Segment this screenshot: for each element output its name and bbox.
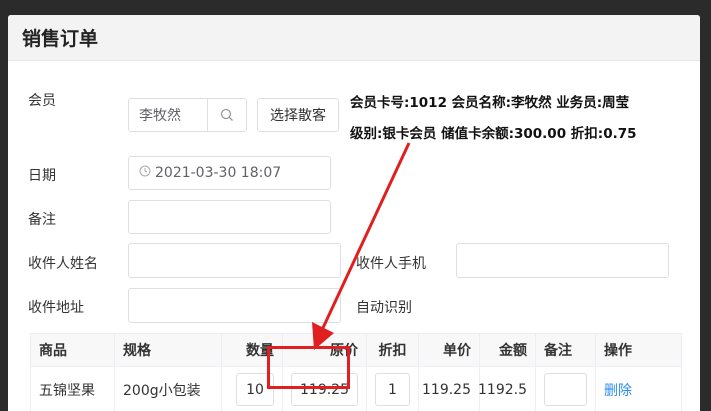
annotation-arrow <box>312 142 411 350</box>
